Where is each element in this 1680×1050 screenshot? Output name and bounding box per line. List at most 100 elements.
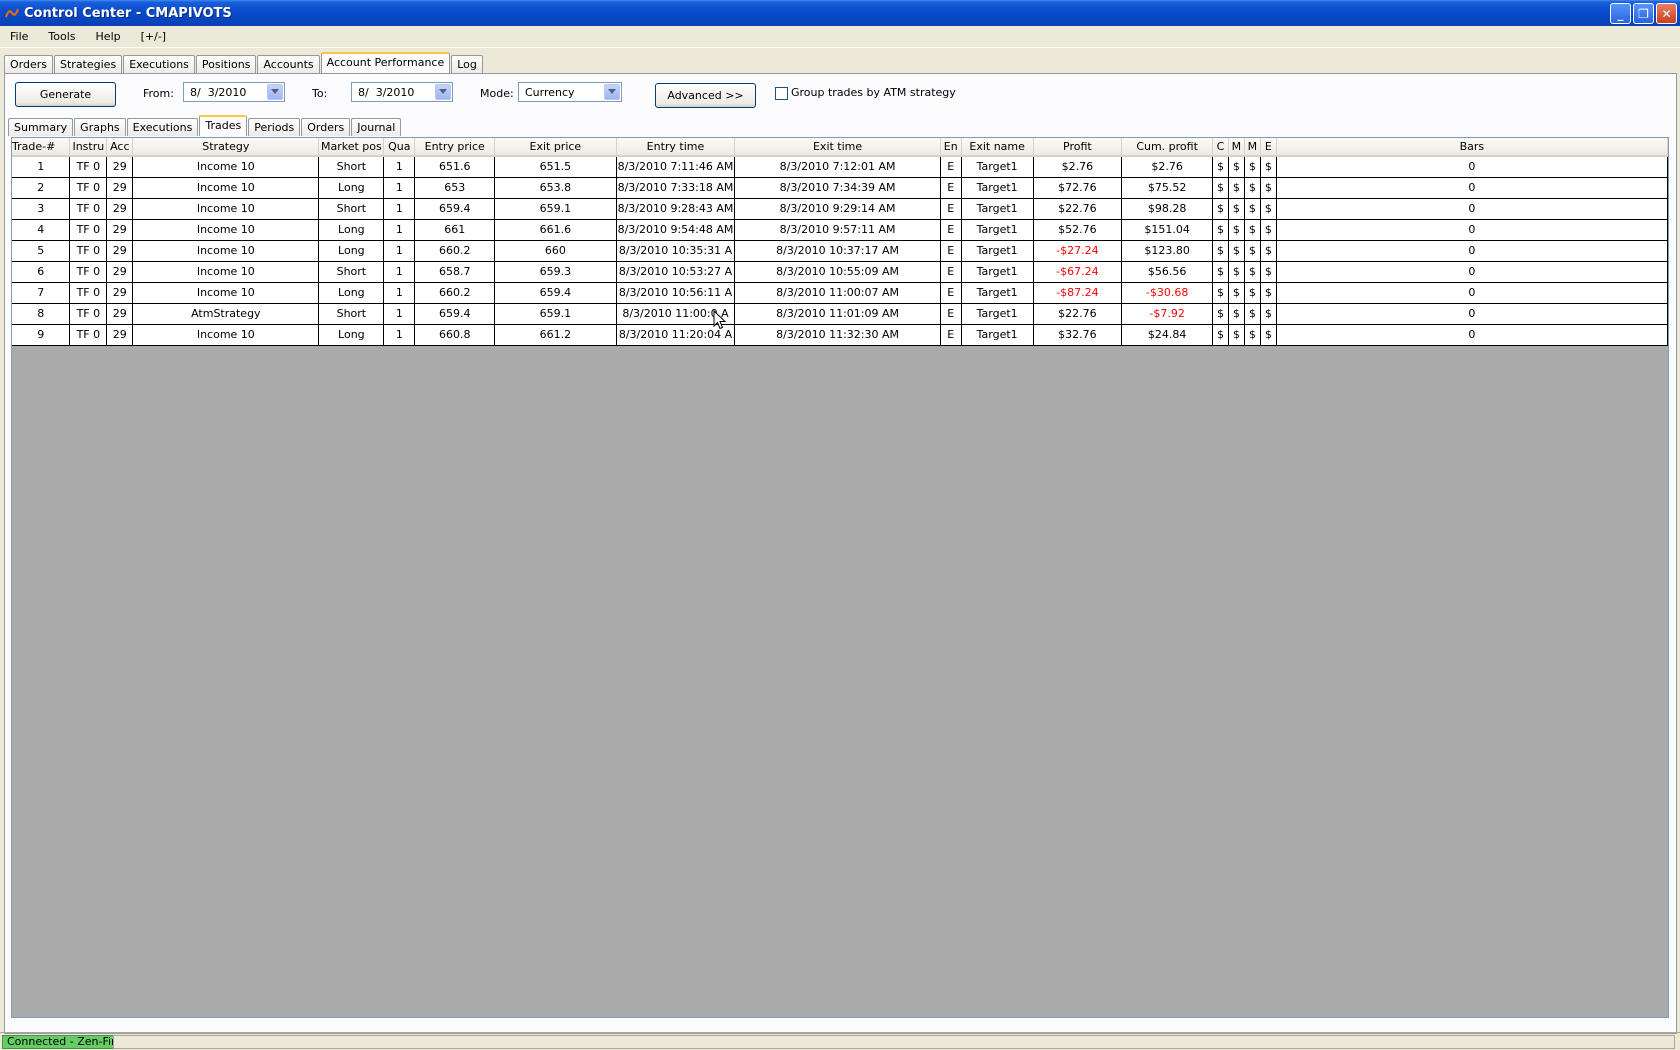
table-cell: 651.6 (414, 155, 496, 178)
column-header[interactable]: C (1212, 138, 1229, 157)
column-header[interactable]: Instru (69, 138, 108, 157)
table-cell: 1 (383, 155, 416, 178)
table-cell: Target1 (961, 197, 1034, 220)
table-row[interactable]: 7 TF 0 29 Income 10 Long 1 660.2 659.4 8/3/2010 … (12, 281, 1668, 304)
table-cell: Short (318, 155, 385, 178)
column-header[interactable]: M (1244, 138, 1261, 157)
column-header[interactable]: Exit price (494, 138, 617, 157)
table-cell: 0 (1276, 197, 1668, 220)
table-cell: $ (1244, 281, 1261, 304)
tab-graphs[interactable]: Graphs (74, 118, 126, 136)
table-cell: $ (1228, 218, 1245, 241)
table-row[interactable]: 2 TF 0 29 Income 10 Long 1 653 653.8 8/3/2010 7:… (12, 176, 1668, 199)
table-cell: $75.52 (1121, 176, 1213, 199)
to-date-picker[interactable]: 8/ 3/2010 (351, 82, 453, 102)
table-cell: 0 (1276, 239, 1668, 262)
table-cell: 1 (383, 281, 416, 304)
table-row[interactable]: 9 TF 0 29 Income 10 Long 1 660.8 661.2 8/3/2010 … (12, 323, 1668, 346)
table-cell: Target1 (961, 281, 1034, 304)
close-button[interactable]: ✕ (1656, 3, 1677, 24)
title-bar: Control Center - CMAPIVOTS _ ❐ ✕ (0, 0, 1680, 26)
table-cell: Short (318, 260, 385, 283)
column-header[interactable]: E (1260, 138, 1277, 157)
table-row[interactable]: 4 TF 0 29 Income 10 Long 1 661 661.6 8/3/2010 9:… (12, 218, 1668, 241)
tab-orders[interactable]: Orders (4, 55, 53, 73)
table-cell: 661.2 (494, 323, 617, 346)
table-row[interactable]: 8 TF 0 29 AtmStrategy Short 1 659.4 659.1 8/3/20… (12, 302, 1668, 325)
menu-tools[interactable]: Tools (38, 30, 85, 43)
table-cell: $22.76 (1033, 197, 1123, 220)
column-header[interactable]: En (940, 138, 962, 157)
table-row[interactable]: 3 TF 0 29 Income 10 Short 1 659.4 659.1 8/3/2010… (12, 197, 1668, 220)
table-cell: 8/3/2010 9:29:14 AM (734, 197, 941, 220)
table-cell: 29 (106, 155, 134, 178)
table-row[interactable]: 5 TF 0 29 Income 10 Long 1 660.2 660 8/3/2010 10… (12, 239, 1668, 262)
column-header[interactable]: Strategy (132, 138, 320, 157)
column-header[interactable]: Market pos (318, 138, 385, 157)
from-date-picker[interactable]: 8/ 3/2010 (183, 82, 285, 102)
column-header[interactable]: Exit time (734, 138, 941, 157)
chevron-down-icon[interactable] (267, 84, 283, 100)
table-cell: TF 0 (69, 197, 108, 220)
tab-positions[interactable]: Positions (195, 55, 257, 73)
tab-summary[interactable]: Summary (8, 118, 74, 136)
advanced-button[interactable]: Advanced >> (655, 83, 756, 108)
table-cell: $ (1212, 218, 1229, 241)
table-cell: 8/3/2010 7:11:46 AM (616, 155, 736, 178)
column-header[interactable]: Acc (106, 138, 134, 157)
maximize-button[interactable]: ❐ (1633, 3, 1654, 24)
chevron-down-icon[interactable] (604, 84, 620, 100)
tab-sub-orders[interactable]: Orders (301, 118, 351, 136)
table-cell: 1 (383, 218, 416, 241)
column-header[interactable]: Entry price (414, 138, 496, 157)
tab-accounts[interactable]: Accounts (257, 55, 320, 73)
chevron-down-icon[interactable] (435, 84, 451, 100)
table-cell: $ (1212, 302, 1229, 325)
menu-help[interactable]: Help (86, 30, 131, 43)
table-row[interactable]: 6 TF 0 29 Income 10 Short 1 658.7 659.3 8/3/2010… (12, 260, 1668, 283)
column-header[interactable]: Profit (1033, 138, 1123, 157)
minimize-button[interactable]: _ (1610, 3, 1631, 24)
column-header[interactable]: Cum. profit (1121, 138, 1213, 157)
tab-periods[interactable]: Periods (248, 118, 301, 136)
mode-select[interactable]: Currency (518, 82, 622, 102)
table-cell: E (940, 176, 962, 199)
window-title: Control Center - CMAPIVOTS (24, 5, 232, 21)
table-cell: $ (1228, 323, 1245, 346)
tab-executions[interactable]: Executions (123, 55, 195, 73)
trades-grid[interactable]: Trade-# Instru Acc Strategy Market pos Qua Ent… (11, 137, 1669, 1018)
table-cell: Target1 (961, 176, 1034, 199)
table-row[interactable]: 1 TF 0 29 Income 10 Short 1 651.6 651.5 8/3/2010… (12, 155, 1668, 178)
table-cell: $ (1260, 260, 1277, 283)
tab-sub-executions[interactable]: Executions (126, 118, 199, 136)
tab-journal[interactable]: Journal (351, 118, 402, 136)
table-cell: E (940, 155, 962, 178)
tab-account-performance[interactable]: Account Performance (320, 52, 451, 73)
menu-file[interactable]: File (0, 30, 38, 43)
column-header[interactable]: M (1228, 138, 1245, 157)
table-cell: 8/3/2010 10:37:17 AM (734, 239, 941, 262)
tab-trades[interactable]: Trades (199, 115, 248, 136)
column-header[interactable]: Trade-# (12, 138, 71, 157)
table-cell: 5 (12, 239, 71, 262)
table-cell: 8/3/2010 9:57:11 AM (734, 218, 941, 241)
column-header[interactable]: Entry time (616, 138, 736, 157)
table-cell: 29 (106, 302, 134, 325)
table-cell: Short (318, 302, 385, 325)
restore-icon: ❐ (1638, 6, 1649, 21)
table-cell: 0 (1276, 281, 1668, 304)
table-cell: $123.80 (1121, 239, 1213, 262)
table-cell: Income 10 (132, 281, 320, 304)
column-header[interactable]: Qua (383, 138, 416, 157)
menu-toggle[interactable]: [+/-] (131, 30, 176, 43)
tab-strategies[interactable]: Strategies (54, 55, 123, 73)
tab-log[interactable]: Log (451, 55, 483, 73)
group-atm-checkbox[interactable] (775, 87, 788, 100)
column-header[interactable]: Bars (1276, 138, 1668, 157)
table-cell: -$87.24 (1033, 281, 1123, 304)
table-cell: 661 (414, 218, 496, 241)
generate-button[interactable]: Generate (15, 82, 116, 107)
table-cell: $52.76 (1033, 218, 1123, 241)
mode-label: Mode: (480, 87, 514, 100)
column-header[interactable]: Exit name (961, 138, 1034, 157)
